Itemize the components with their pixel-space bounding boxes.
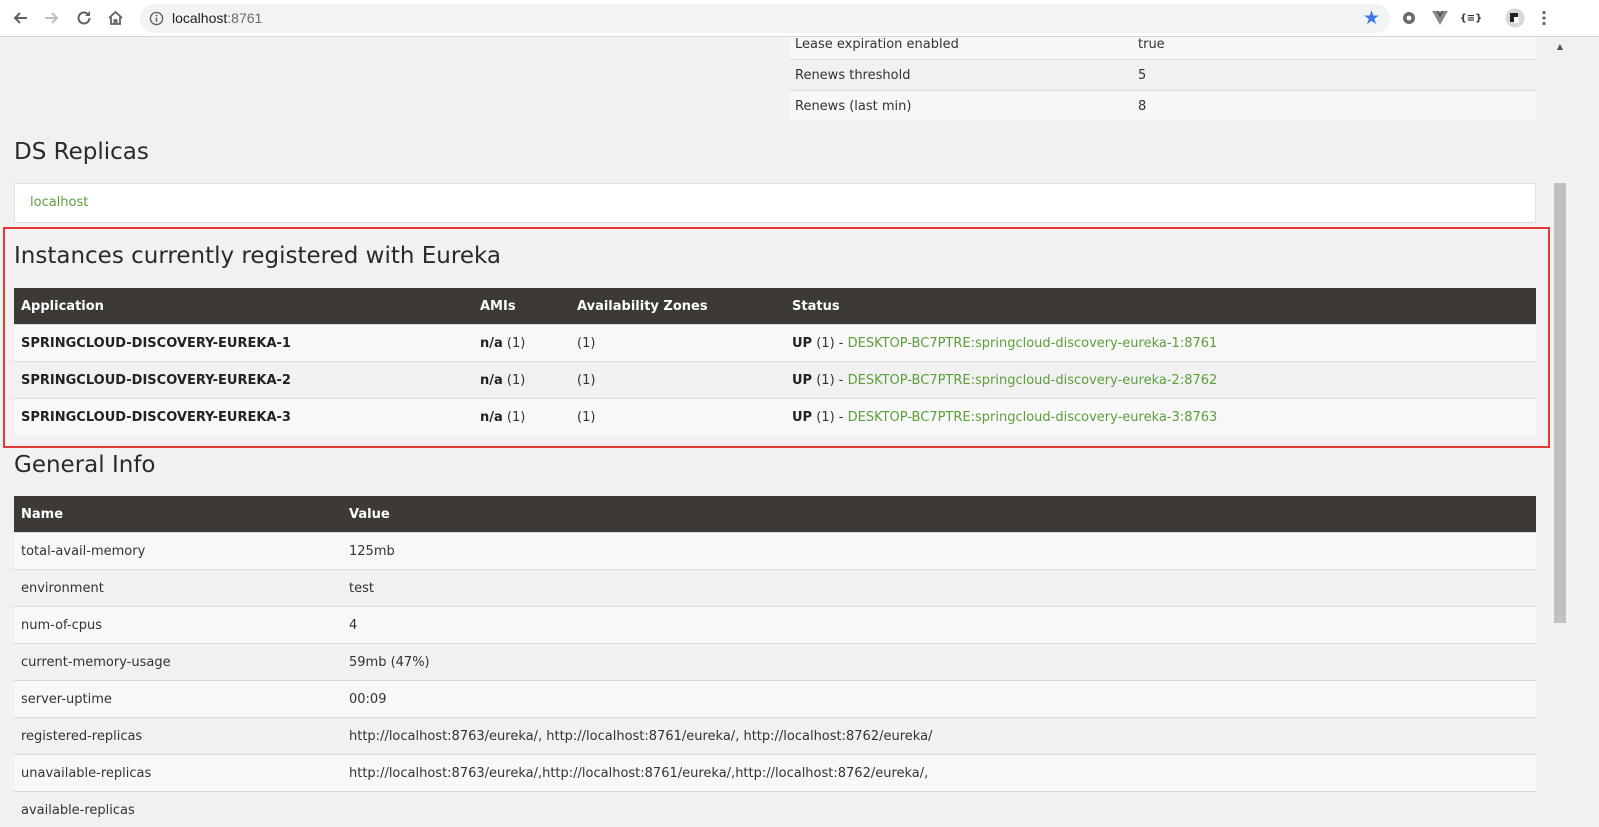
browser-toolbar: localhost:8761 ★ {≡}	[0, 0, 1599, 37]
instances-table: Application AMIs Availability Zones Stat…	[14, 288, 1536, 435]
zones-cell: (1)	[570, 324, 785, 362]
general-info-heading: General Info	[14, 452, 156, 478]
url-host: localhost	[172, 10, 228, 26]
forward-arrow-icon[interactable]	[41, 7, 63, 29]
table-row: server-uptime 00:09	[14, 680, 1536, 718]
ami-count: (1)	[506, 335, 526, 351]
lease-label: Renews threshold	[790, 59, 1138, 91]
ami-value: n/a	[480, 372, 503, 388]
status-up: UP	[792, 372, 813, 388]
column-header: Application	[14, 288, 473, 325]
status-up: UP	[792, 335, 813, 351]
info-name: unavailable-replicas	[14, 754, 342, 792]
table-row: current-memory-usage 59mb (47%)	[14, 643, 1536, 681]
info-name: server-uptime	[14, 680, 342, 718]
info-value: 125mb	[342, 532, 1536, 570]
ds-replicas-list: localhost	[14, 183, 1536, 223]
instances-heading: Instances currently registered with Eure…	[14, 243, 501, 269]
info-name: total-avail-memory	[14, 532, 342, 570]
lease-value: 8	[1138, 90, 1536, 121]
ami-count: (1)	[506, 372, 526, 388]
info-name: environment	[14, 569, 342, 607]
table-row: Lease expiration enabled true	[790, 37, 1536, 60]
table-row: unavailable-replicas http://localhost:87…	[14, 754, 1536, 792]
info-name: current-memory-usage	[14, 643, 342, 681]
table-row: num-of-cpus 4	[14, 606, 1536, 644]
info-name: registered-replicas	[14, 717, 342, 755]
info-value: 00:09	[342, 680, 1536, 718]
info-icon[interactable]	[148, 10, 164, 26]
info-name: available-replicas	[14, 791, 342, 827]
table-row: Renews threshold 5	[790, 59, 1536, 91]
extension-json-icon[interactable]: {≡}	[1460, 8, 1483, 28]
info-value: 59mb (47%)	[342, 643, 1536, 681]
zones-cell: (1)	[570, 361, 785, 399]
back-arrow-icon[interactable]	[9, 7, 31, 29]
info-value	[342, 791, 1536, 827]
instance-link[interactable]: DESKTOP-BC7PTRE:springcloud-discovery-eu…	[848, 336, 1218, 351]
lease-info-table: Lease expiration enabled true Renews thr…	[790, 37, 1536, 121]
zones-cell: (1)	[570, 398, 785, 435]
ami-cell: n/a (1)	[473, 361, 570, 399]
eureka-dashboard: Lease expiration enabled true Renews thr…	[0, 37, 1552, 827]
table-header-row: Name Value	[14, 496, 1536, 533]
application-name: SPRINGCLOUD-DISCOVERY-EUREKA-2	[14, 361, 473, 399]
table-row: environment test	[14, 569, 1536, 607]
table-row: SPRINGCLOUD-DISCOVERY-EUREKA-3 n/a (1) (…	[14, 398, 1536, 435]
status-count: (1) -	[816, 335, 848, 351]
instance-link[interactable]: DESKTOP-BC7PTRE:springcloud-discovery-eu…	[848, 373, 1218, 388]
home-icon[interactable]	[104, 7, 126, 29]
ami-cell: n/a (1)	[473, 398, 570, 435]
column-header: Availability Zones	[570, 288, 785, 325]
bookmark-star-icon[interactable]: ★	[1363, 7, 1380, 29]
lease-value: 5	[1138, 59, 1536, 91]
ami-value: n/a	[480, 409, 503, 425]
status-count: (1) -	[816, 372, 848, 388]
extension-gear-icon[interactable]	[1399, 8, 1419, 28]
status-up: UP	[792, 409, 813, 425]
reload-icon[interactable]	[73, 7, 95, 29]
info-value: test	[342, 569, 1536, 607]
info-value: http://localhost:8763/eureka/, http://lo…	[342, 717, 1536, 755]
profile-avatar-icon[interactable]	[1505, 8, 1525, 28]
lease-value: true	[1138, 37, 1536, 60]
ami-cell: n/a (1)	[473, 324, 570, 362]
column-header: Name	[14, 496, 342, 533]
ds-replicas-heading: DS Replicas	[14, 139, 149, 165]
table-header-row: Application AMIs Availability Zones Stat…	[14, 288, 1536, 325]
lease-label: Renews (last min)	[790, 90, 1138, 121]
status-count: (1) -	[816, 409, 848, 425]
column-header: Value	[342, 496, 1536, 533]
table-row: registered-replicas http://localhost:876…	[14, 717, 1536, 755]
status-cell: UP (1) - DESKTOP-BC7PTRE:springcloud-dis…	[785, 398, 1536, 435]
table-row: total-avail-memory 125mb	[14, 532, 1536, 570]
ami-value: n/a	[480, 335, 503, 351]
application-name: SPRINGCLOUD-DISCOVERY-EUREKA-1	[14, 324, 473, 362]
ami-count: (1)	[506, 409, 526, 425]
extension-vue-icon[interactable]	[1430, 8, 1450, 28]
menu-kebab-icon[interactable]	[1536, 8, 1552, 28]
status-cell: UP (1) - DESKTOP-BC7PTRE:springcloud-dis…	[785, 361, 1536, 399]
instance-link[interactable]: DESKTOP-BC7PTRE:springcloud-discovery-eu…	[848, 410, 1218, 425]
status-cell: UP (1) - DESKTOP-BC7PTRE:springcloud-dis…	[785, 324, 1536, 362]
replica-link[interactable]: localhost	[30, 195, 88, 210]
lease-label: Lease expiration enabled	[790, 37, 1138, 60]
application-name: SPRINGCLOUD-DISCOVERY-EUREKA-3	[14, 398, 473, 435]
column-header: Status	[785, 288, 1536, 325]
table-row: SPRINGCLOUD-DISCOVERY-EUREKA-1 n/a (1) (…	[14, 324, 1536, 362]
table-row: available-replicas	[14, 791, 1536, 827]
table-row: Renews (last min) 8	[790, 90, 1536, 121]
url-text[interactable]: localhost:8761	[172, 10, 262, 26]
table-row: SPRINGCLOUD-DISCOVERY-EUREKA-2 n/a (1) (…	[14, 361, 1536, 399]
url-port: :8761	[227, 10, 263, 26]
address-bar[interactable]: localhost:8761 ★	[140, 4, 1390, 33]
info-value: http://localhost:8763/eureka/,http://loc…	[342, 754, 1536, 792]
column-header: AMIs	[473, 288, 570, 325]
info-value: 4	[342, 606, 1536, 644]
general-info-table: Name Value total-avail-memory 125mb envi…	[14, 496, 1536, 827]
scroll-up-arrow-icon[interactable]: ▲	[1552, 39, 1568, 53]
info-name: num-of-cpus	[14, 606, 342, 644]
scrollbar-thumb[interactable]	[1554, 183, 1566, 623]
